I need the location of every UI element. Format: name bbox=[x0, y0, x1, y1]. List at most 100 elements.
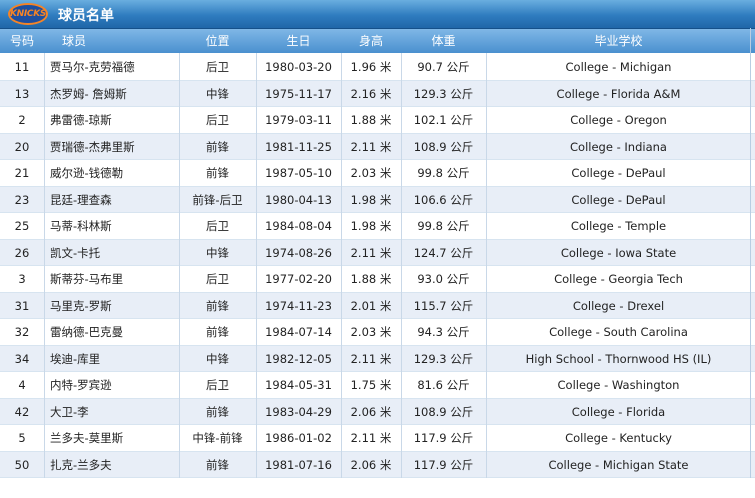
table-row[interactable]: 5 兰多夫-莫里斯 中锋-前锋 1986-01-02 2.11 米 117.9 公斤 Col… bbox=[0, 425, 755, 452]
table-row[interactable]: 32 雷纳德-巴克曼 前锋 1984-07-14 2.03 米 94.3 公斤 Colleg… bbox=[0, 319, 755, 346]
player-name: 内特-罗宾逊 bbox=[50, 378, 112, 392]
player-position: 中锋 bbox=[206, 245, 229, 260]
player-height: 2.06 米 bbox=[350, 404, 392, 419]
table-row[interactable]: 13 杰罗姆- 詹姆斯 中锋 1975-11-17 2.16 米 129.3 公斤 Coll… bbox=[0, 80, 755, 107]
player-position: 后卫 bbox=[206, 272, 229, 286]
col-header-height[interactable]: 身高 bbox=[341, 29, 401, 53]
player-height: 1.88 米 bbox=[350, 113, 392, 127]
player-name: 昆廷-理查森 bbox=[50, 192, 112, 207]
player-school: College - Kentucky bbox=[565, 431, 672, 445]
player-height: 2.06 米 bbox=[350, 457, 392, 472]
player-school: College - Michigan State bbox=[548, 457, 689, 472]
player-height: 2.03 米 bbox=[350, 166, 392, 180]
player-name: 埃迪-库里 bbox=[50, 351, 101, 366]
player-height: 1.98 米 bbox=[350, 192, 392, 207]
player-height: 1.88 米 bbox=[350, 272, 392, 286]
table-row[interactable]: 31 马里克-罗斯 前锋 1974-11-23 2.01 米 115.7 公斤 Colleg… bbox=[0, 292, 755, 319]
col-header-number[interactable]: 号码 bbox=[0, 29, 44, 53]
player-position: 前锋 bbox=[206, 166, 229, 180]
col-header-position[interactable]: 位置 bbox=[179, 29, 256, 53]
player-number: 50 bbox=[14, 457, 30, 472]
player-number: 42 bbox=[14, 404, 30, 419]
table-row[interactable]: 11 贾马尔-克劳福德 后卫 1980-03-20 1.96 米 90.7 公斤 Colle… bbox=[0, 54, 755, 81]
player-position: 后卫 bbox=[206, 60, 229, 74]
player-number: 2 bbox=[18, 113, 26, 127]
player-height: 1.96 米 bbox=[350, 60, 392, 74]
player-school: College - Florida bbox=[571, 404, 666, 419]
player-birthday: 1986-01-02 bbox=[265, 431, 332, 445]
table-row[interactable]: 4 内特-罗宾逊 后卫 1984-05-31 1.75 米 81.6 公斤 College … bbox=[0, 372, 755, 399]
table-row[interactable]: 50 扎克-兰多夫 前锋 1981-07-16 2.06 米 117.9 公斤 Colleg… bbox=[0, 451, 755, 478]
player-school: College - Michigan bbox=[565, 60, 672, 74]
player-position: 后卫 bbox=[206, 378, 229, 392]
player-name: 贾马尔-克劳福德 bbox=[50, 60, 135, 74]
player-height: 2.01 米 bbox=[350, 298, 392, 313]
table-row[interactable]: 2 弗雷德-琼斯 后卫 1979-03-11 1.88 米 102.1 公斤 College… bbox=[0, 107, 755, 134]
player-number: 11 bbox=[14, 60, 30, 74]
table-row[interactable]: 42 大卫-李 前锋 1983-04-29 2.06 米 108.9 公斤 College … bbox=[0, 398, 755, 425]
player-weight: 81.6 公斤 bbox=[417, 378, 470, 392]
player-number: 20 bbox=[14, 139, 30, 154]
player-number: 34 bbox=[14, 351, 30, 366]
player-number: 23 bbox=[14, 192, 30, 207]
player-birthday: 1987-05-10 bbox=[265, 166, 332, 180]
player-height: 2.03 米 bbox=[350, 325, 392, 339]
column-divider bbox=[179, 53, 180, 478]
col-header-player[interactable]: 球员 bbox=[44, 29, 104, 53]
player-height: 2.11 米 bbox=[350, 431, 392, 445]
table-row[interactable]: 23 昆廷-理查森 前锋-后卫 1980-04-13 1.98 米 106.6 公斤 Col… bbox=[0, 186, 755, 213]
player-weight: 124.7 公斤 bbox=[413, 245, 474, 260]
player-name: 弗雷德-琼斯 bbox=[50, 113, 112, 127]
player-number: 25 bbox=[14, 219, 30, 233]
player-birthday: 1977-02-20 bbox=[265, 272, 332, 286]
player-name: 扎克-兰多夫 bbox=[50, 457, 112, 472]
table-row[interactable]: 34 埃迪-库里 中锋 1982-12-05 2.11 米 129.3 公斤 High Sc… bbox=[0, 345, 755, 372]
player-position: 前锋 bbox=[206, 139, 229, 154]
player-birthday: 1980-04-13 bbox=[265, 192, 332, 207]
player-name: 大卫-李 bbox=[50, 404, 89, 419]
player-height: 1.98 米 bbox=[350, 219, 392, 233]
player-birthday: 1974-08-26 bbox=[265, 245, 332, 260]
player-birthday: 1984-08-04 bbox=[265, 219, 332, 233]
player-school: College - Washington bbox=[557, 378, 680, 392]
column-divider bbox=[486, 53, 487, 478]
player-weight: 108.9 公斤 bbox=[413, 404, 474, 419]
col-header-weight[interactable]: 体重 bbox=[401, 29, 486, 53]
player-school: High School - Thornwood HS (IL) bbox=[525, 351, 712, 366]
player-height: 2.11 米 bbox=[350, 245, 392, 260]
player-school: College - Temple bbox=[570, 219, 667, 233]
player-birthday: 1980-03-20 bbox=[265, 60, 332, 74]
player-name: 马蒂-科林斯 bbox=[50, 219, 112, 233]
player-school: College - Drexel bbox=[572, 298, 665, 313]
player-name: 威尔逊-钱德勒 bbox=[50, 166, 124, 180]
player-number: 32 bbox=[14, 325, 30, 339]
team-logo: KNICKS bbox=[8, 3, 48, 25]
table-row[interactable]: 21 威尔逊-钱德勒 前锋 1987-05-10 2.03 米 99.8 公斤 Colleg… bbox=[0, 160, 755, 187]
player-school: College - Iowa State bbox=[560, 245, 677, 260]
player-position: 中锋 bbox=[206, 351, 229, 366]
player-name: 贾瑞德-杰弗里斯 bbox=[50, 139, 135, 154]
col-header-birthday[interactable]: 生日 bbox=[256, 29, 341, 53]
roster-table-body: 11 贾马尔-克劳福德 后卫 1980-03-20 1.96 米 90.7 公斤 Colle… bbox=[0, 54, 755, 478]
player-weight: 115.7 公斤 bbox=[413, 298, 474, 313]
player-position: 前锋-后卫 bbox=[192, 192, 243, 207]
player-weight: 129.3 公斤 bbox=[413, 351, 474, 366]
player-position: 前锋 bbox=[206, 404, 229, 419]
table-row[interactable]: 26 凯文-卡托 中锋 1974-08-26 2.11 米 124.7 公斤 College… bbox=[0, 239, 755, 266]
player-weight: 99.8 公斤 bbox=[417, 219, 470, 233]
player-weight: 90.7 公斤 bbox=[417, 60, 470, 74]
player-name: 杰罗姆- 詹姆斯 bbox=[50, 86, 127, 101]
table-row[interactable]: 20 贾瑞德-杰弗里斯 前锋 1981-11-25 2.11 米 108.9 公斤 Coll… bbox=[0, 133, 755, 160]
player-school: College - DePaul bbox=[571, 166, 666, 180]
player-birthday: 1984-07-14 bbox=[265, 325, 332, 339]
player-position: 后卫 bbox=[206, 219, 229, 233]
player-position: 前锋 bbox=[206, 298, 229, 313]
player-school: College - Indiana bbox=[570, 139, 667, 154]
player-number: 4 bbox=[18, 378, 26, 392]
player-weight: 93.0 公斤 bbox=[417, 272, 470, 286]
col-header-school[interactable]: 毕业学校 bbox=[486, 29, 751, 53]
table-row[interactable]: 25 马蒂-科林斯 后卫 1984-08-04 1.98 米 99.8 公斤 College… bbox=[0, 213, 755, 240]
table-row[interactable]: 3 斯蒂芬-马布里 后卫 1977-02-20 1.88 米 93.0 公斤 College… bbox=[0, 266, 755, 293]
player-height: 2.11 米 bbox=[350, 351, 392, 366]
player-birthday: 1975-11-17 bbox=[265, 86, 332, 101]
